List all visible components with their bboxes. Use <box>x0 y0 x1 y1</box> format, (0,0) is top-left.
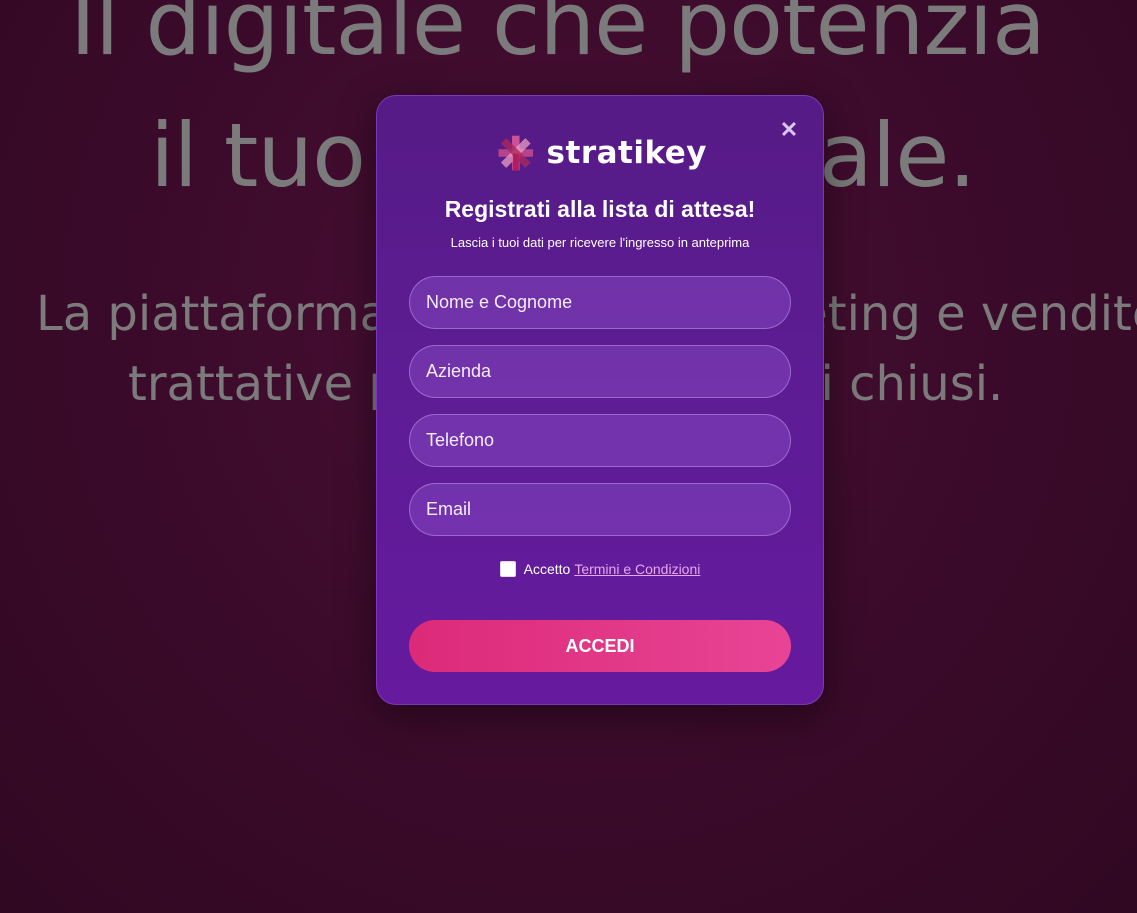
terms-prefix: Accetto <box>523 561 571 577</box>
name-field[interactable] <box>409 276 791 329</box>
stratikey-logo: stratikey <box>497 128 707 178</box>
brand-name: stratikey <box>546 135 707 171</box>
terms-row: Accetto Termini e Condizioni <box>377 561 823 577</box>
modal-title: Registrati alla lista di attesa! <box>444 196 756 222</box>
submit-button[interactable]: ACCEDI <box>409 620 791 672</box>
email-field[interactable] <box>409 483 791 536</box>
terms-link[interactable]: Termini e Condizioni <box>574 561 700 577</box>
close-icon[interactable]: ✕ <box>779 119 799 141</box>
logo-mark-icon <box>498 135 534 171</box>
waitlist-modal: ✕ stratikey Registrati alla lista di att… <box>376 95 824 705</box>
hero-headline-line1: Il digitale che potenzia <box>70 0 1046 75</box>
terms-checkbox[interactable] <box>499 561 516 577</box>
modal-subtitle: Lascia i tuoi dati per ricevere l'ingres… <box>450 235 750 250</box>
phone-field[interactable] <box>409 414 791 467</box>
company-field[interactable] <box>409 345 791 398</box>
